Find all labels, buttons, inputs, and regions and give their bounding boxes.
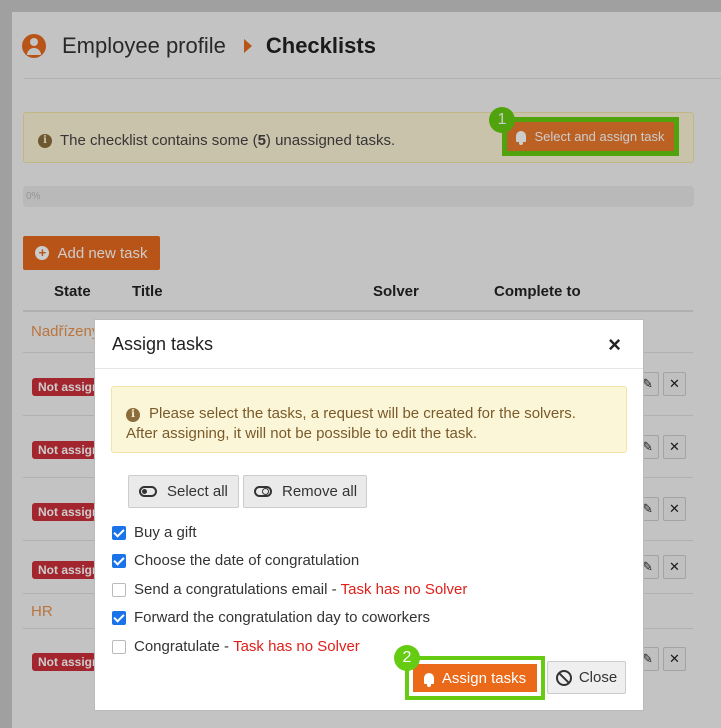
assign-tasks-modal: Assign tasks × i Please select the tasks… [94, 319, 644, 711]
close-button[interactable]: Close [547, 661, 626, 694]
task-checkbox[interactable] [112, 639, 126, 654]
modal-close-icon[interactable]: × [608, 332, 621, 358]
assign-tasks-button[interactable]: Assign tasks [413, 664, 537, 692]
modal-title: Assign tasks [112, 334, 214, 354]
step-badge-2: 2 [394, 645, 420, 671]
task-checkbox[interactable] [112, 525, 126, 540]
task-item[interactable]: Send a congratulations email - Task has … [112, 581, 467, 598]
task-checkbox[interactable] [112, 553, 126, 568]
task-item[interactable]: Congratulate - Task has no Solver [112, 638, 360, 655]
task-item[interactable]: Buy a gift [112, 524, 197, 541]
toggle-on-icon [139, 486, 157, 497]
task-item[interactable]: Choose the date of congratulation [112, 552, 359, 569]
toggle-off-icon [254, 486, 272, 497]
modal-info-line-1: Please select the tasks, a request will … [149, 405, 576, 422]
task-item[interactable]: Forward the congratulation day to cowork… [112, 609, 430, 626]
select-all-button[interactable]: Select all [128, 475, 239, 508]
modal-info-alert: i Please select the tasks, a request wil… [111, 386, 627, 453]
assign-highlight: Assign tasks [405, 656, 545, 700]
modal-header: Assign tasks × [95, 320, 643, 369]
no-solver-warning: Task has no Solver [340, 581, 468, 598]
no-solver-warning: Task has no Solver [233, 638, 360, 655]
ban-icon [555, 669, 572, 686]
remove-all-button[interactable]: Remove all [243, 475, 367, 508]
bell-icon [423, 672, 434, 687]
task-checkbox[interactable] [112, 610, 126, 625]
task-checkbox[interactable] [112, 582, 126, 597]
info-icon: i [126, 408, 140, 422]
modal-info-line-2: After assigning, it will not be possible… [126, 425, 478, 442]
